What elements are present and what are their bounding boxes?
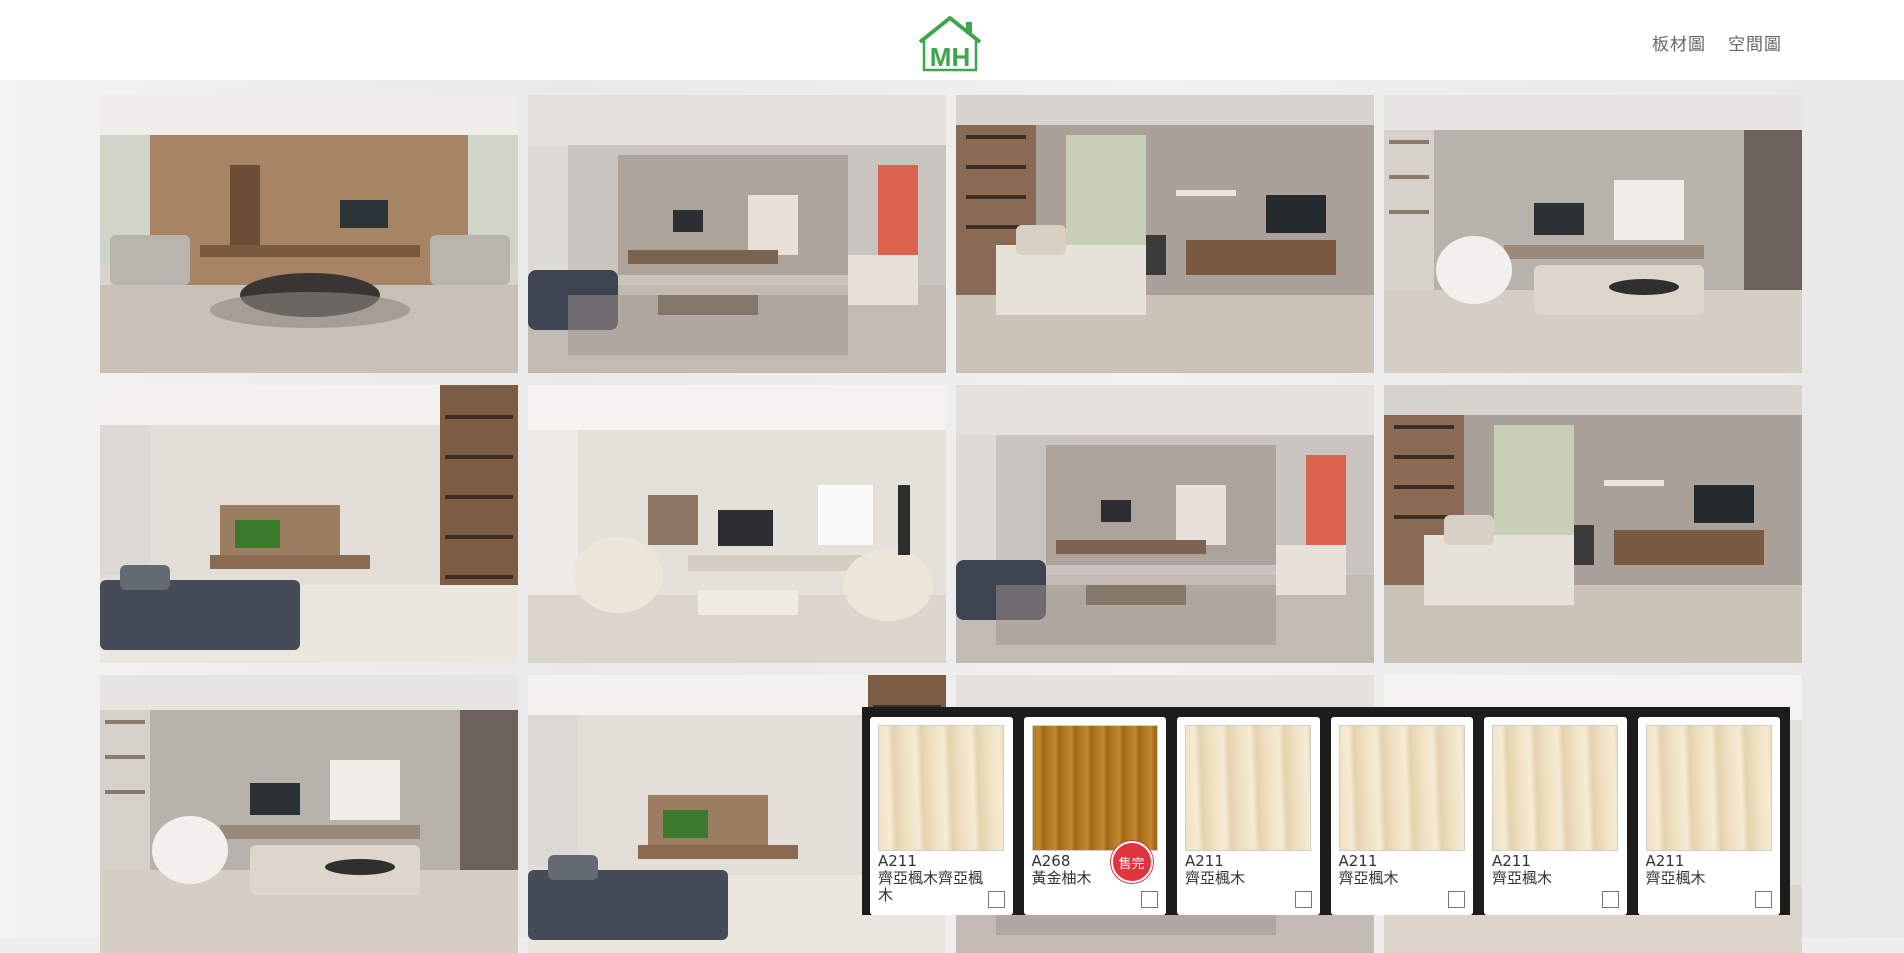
top-nav: 板材圖 空間圖 <box>1652 30 1782 55</box>
gallery-tile[interactable] <box>956 95 1374 373</box>
swatch-name: 齊亞楓木齊亞楓木 <box>878 869 984 904</box>
swatch-tray: A211 齊亞楓木齊亞楓木 A268 黃金柚木 售完 A211 齊亞楓木 A211 齊亞楓木 A2… <box>862 707 1790 915</box>
swatch-checkbox[interactable] <box>1141 891 1158 908</box>
swatch-card[interactable]: A211 齊亞楓木齊亞楓木 <box>870 717 1013 915</box>
gallery-tile[interactable] <box>100 675 518 953</box>
swatch-card[interactable]: A211 齊亞楓木 <box>1177 717 1320 915</box>
swatch-card[interactable]: A211 齊亞楓木 <box>1330 717 1473 915</box>
swatch-code: A211 <box>1645 852 1685 870</box>
swatch-name: 齊亞楓木 <box>1645 869 1706 887</box>
swatch-checkbox[interactable] <box>1755 891 1772 908</box>
swatch-texture <box>1031 725 1158 851</box>
swatch-checkbox[interactable] <box>1601 891 1619 908</box>
gallery-tile[interactable] <box>100 95 518 373</box>
swatch-code: A211 <box>1185 852 1224 870</box>
swatch-code: A211 <box>1492 852 1531 870</box>
swatch-name: 齊亞楓木 <box>1492 869 1553 887</box>
swatch-name: 齊亞楓木 <box>1185 869 1246 887</box>
swatch-card[interactable]: A211 齊亞楓木 <box>1637 717 1780 915</box>
room-photo <box>100 675 518 953</box>
swatch-texture <box>1185 725 1311 851</box>
nav-space-images[interactable]: 空間圖 <box>1728 30 1782 55</box>
swatch-code: A211 <box>878 852 917 870</box>
site-header: MH 板材圖 空間圖 <box>0 0 1904 80</box>
swatch-name: 齊亞楓木 <box>1338 869 1399 887</box>
swatch-checkbox[interactable] <box>987 891 1005 908</box>
room-photo <box>956 385 1374 663</box>
gallery-tile[interactable] <box>100 385 518 663</box>
room-photo <box>1384 95 1802 373</box>
logo-text: MH <box>930 42 970 72</box>
swatch-card[interactable]: A268 黃金柚木 售完 <box>1023 717 1166 915</box>
swatch-checkbox[interactable] <box>1448 891 1465 908</box>
room-photo <box>1384 385 1802 663</box>
swatch-texture <box>878 725 1004 851</box>
swatch-card[interactable]: A211 齊亞楓木 <box>1484 717 1627 915</box>
swatch-checkbox[interactable] <box>1294 891 1312 908</box>
room-photo <box>100 385 518 663</box>
gallery-tile[interactable] <box>1384 95 1802 373</box>
room-photo <box>528 95 946 373</box>
swatch-texture <box>1338 725 1465 851</box>
swatch-code: A211 <box>1338 852 1378 870</box>
room-photo <box>528 385 946 663</box>
swatch-texture <box>1492 725 1618 851</box>
mh-logo[interactable]: MH <box>914 14 986 74</box>
nav-board-materials[interactable]: 板材圖 <box>1652 30 1706 55</box>
room-photo <box>956 95 1374 373</box>
room-photo <box>100 95 518 373</box>
gallery-tile[interactable] <box>1384 385 1802 663</box>
gallery-tile[interactable] <box>528 385 946 663</box>
swatch-texture <box>1645 725 1772 851</box>
gallery-tile[interactable] <box>956 385 1374 663</box>
gallery-tile[interactable] <box>528 95 946 373</box>
sold-out-badge: 售完 <box>1110 841 1153 883</box>
